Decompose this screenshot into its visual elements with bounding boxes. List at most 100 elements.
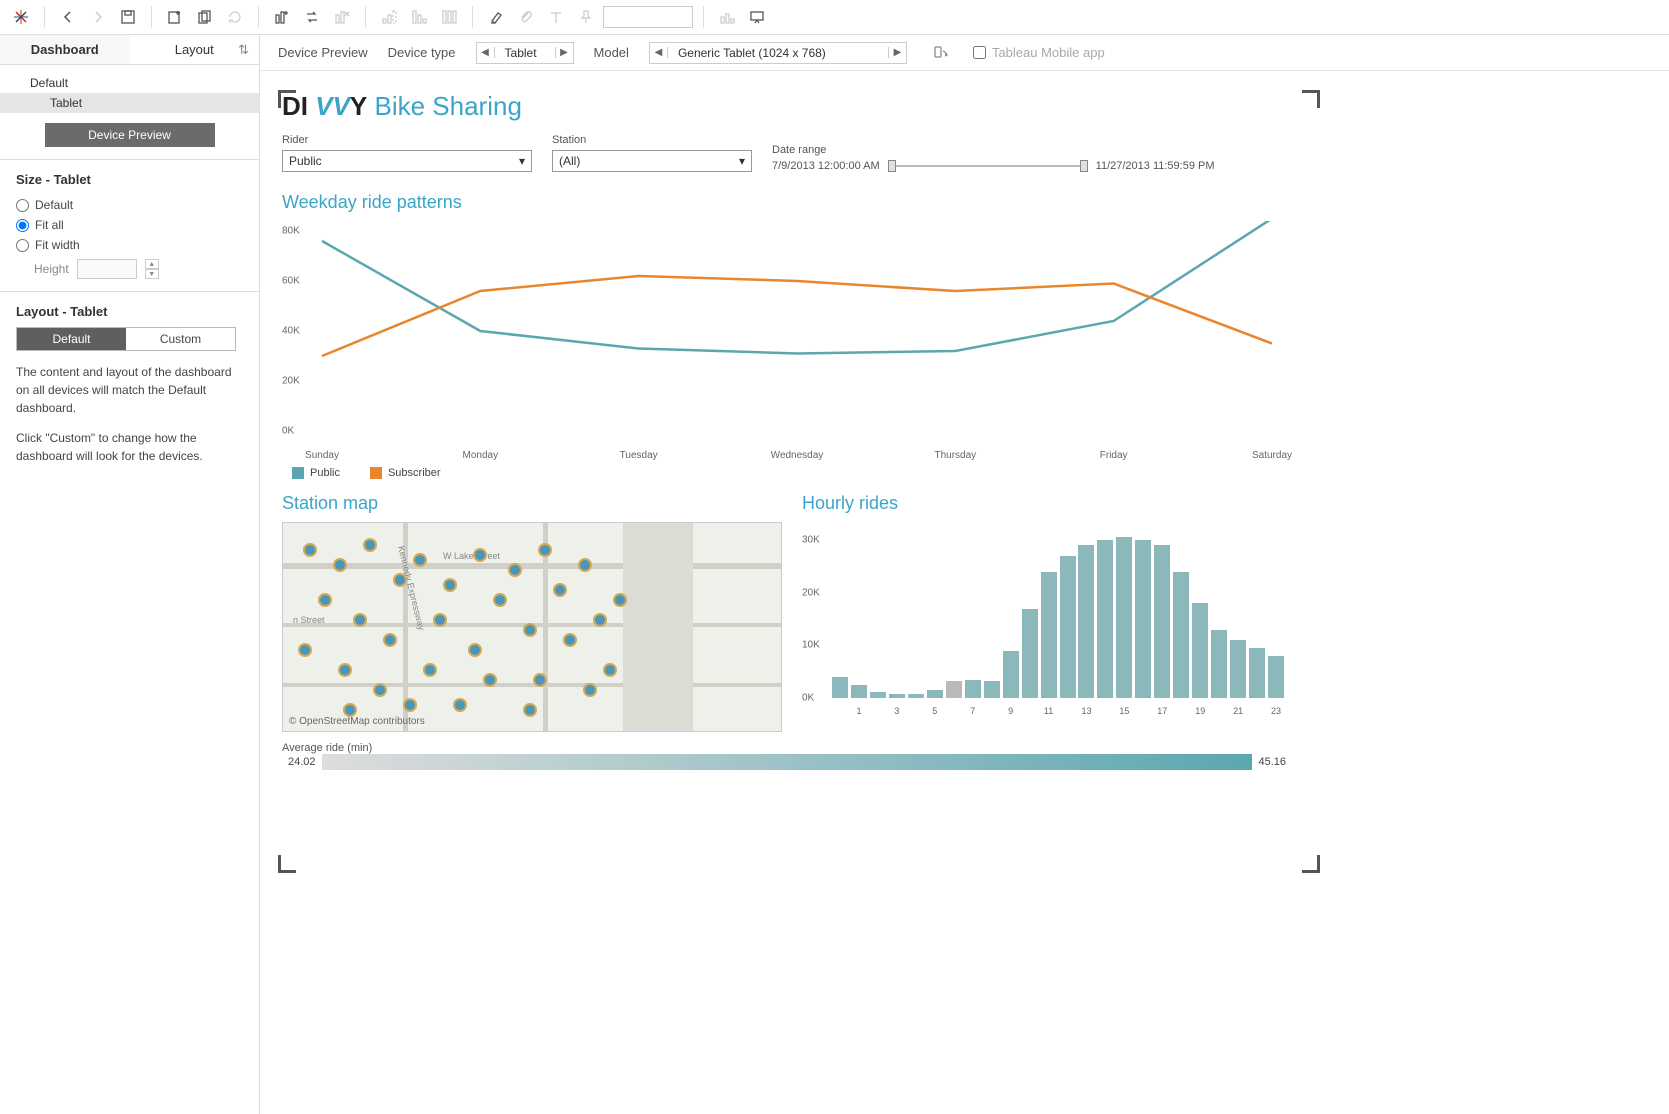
station-marker[interactable] [523, 703, 537, 717]
layout-default-button[interactable]: Default [17, 328, 126, 350]
station-map[interactable]: W Lake Street n Street Kennedy Expresswa… [282, 522, 782, 732]
slider-handle-right[interactable] [1080, 160, 1088, 172]
station-marker[interactable] [403, 698, 417, 712]
station-marker[interactable] [493, 593, 507, 607]
weekday-line-chart[interactable]: 0K20K40K60K80KSundayMondayTuesdayWednesd… [282, 221, 1282, 461]
station-marker[interactable] [473, 548, 487, 562]
avg-max: 45.16 [1252, 756, 1292, 768]
chevron-updown-icon: ⇅ [238, 42, 249, 58]
model-label: Model [594, 45, 629, 60]
date-slider[interactable] [888, 165, 1088, 167]
station-marker[interactable] [338, 663, 352, 677]
station-marker[interactable] [538, 543, 552, 557]
size-default-radio[interactable]: Default [16, 195, 243, 215]
layout-help2: Click "Custom" to change how the dashboa… [16, 429, 243, 465]
station-marker[interactable] [383, 633, 397, 647]
tab-dashboard[interactable]: Dashboard [0, 35, 130, 65]
tableau-logo-icon[interactable] [8, 4, 34, 30]
station-marker[interactable] [433, 613, 447, 627]
station-marker[interactable] [508, 563, 522, 577]
height-input[interactable] [77, 259, 137, 279]
date-to: 11/27/2013 11:59:59 PM [1096, 160, 1215, 172]
device-tree: Default Tablet Device Preview [0, 65, 259, 160]
station-marker[interactable] [483, 673, 497, 687]
rider-label: Rider [282, 134, 532, 146]
sort-asc-icon [376, 4, 402, 30]
station-select[interactable]: (All)▾ [552, 150, 752, 172]
daterange-label: Date range [772, 144, 1292, 156]
station-marker[interactable] [298, 643, 312, 657]
chart-legend: Public Subscriber [292, 467, 1292, 479]
model-select[interactable]: ◀ Generic Tablet (1024 x 768) ▶ [649, 42, 907, 64]
station-marker[interactable] [613, 593, 627, 607]
station-marker[interactable] [318, 593, 332, 607]
content-area: Device Preview Device type ◀ Tablet ▶ Mo… [260, 35, 1669, 1114]
model-prev-icon[interactable]: ◀ [650, 47, 668, 58]
station-marker[interactable] [583, 683, 597, 697]
size-heading: Size - Tablet [16, 172, 243, 187]
highlight-icon[interactable] [483, 4, 509, 30]
device-preview-bar: Device Preview Device type ◀ Tablet ▶ Mo… [260, 35, 1669, 71]
station-label: Station [552, 134, 752, 146]
station-marker[interactable] [533, 673, 547, 687]
device-type-next-icon[interactable]: ▶ [555, 47, 573, 58]
rotate-icon[interactable] [927, 40, 953, 66]
station-marker[interactable] [443, 578, 457, 592]
station-marker[interactable] [393, 573, 407, 587]
height-spin-up[interactable]: ▲ [145, 259, 159, 269]
station-marker[interactable] [363, 538, 377, 552]
layout-custom-button[interactable]: Custom [126, 328, 235, 350]
rider-select[interactable]: Public▾ [282, 150, 532, 172]
dashboard-canvas: DI VVY Bike Sharing Rider Public▾ Statio… [282, 91, 1292, 770]
station-marker[interactable] [523, 623, 537, 637]
mobile-app-checkbox[interactable]: Tableau Mobile app [973, 45, 1105, 60]
station-marker[interactable] [353, 613, 367, 627]
station-marker[interactable] [453, 698, 467, 712]
station-marker[interactable] [468, 643, 482, 657]
pin-icon [573, 4, 599, 30]
station-marker[interactable] [593, 613, 607, 627]
device-tree-tablet[interactable]: Tablet [0, 93, 259, 113]
station-marker[interactable] [373, 683, 387, 697]
slider-handle-left[interactable] [888, 160, 896, 172]
station-marker[interactable] [343, 703, 357, 717]
device-tree-default[interactable]: Default [0, 73, 259, 93]
new-worksheet-icon[interactable] [269, 4, 295, 30]
size-fitall-radio[interactable]: Fit all [16, 215, 243, 235]
model-next-icon[interactable]: ▶ [888, 47, 906, 58]
station-marker[interactable] [603, 663, 617, 677]
device-preview-button[interactable]: Device Preview [45, 123, 215, 147]
station-marker[interactable] [578, 558, 592, 572]
hourly-bar-chart[interactable]: 0K10K20K30K1357911131517192123 [802, 522, 1292, 722]
save-icon[interactable] [115, 4, 141, 30]
station-marker[interactable] [333, 558, 347, 572]
station-marker[interactable] [553, 583, 567, 597]
map-credit: © OpenStreetMap contributors [289, 716, 425, 727]
new-sheet-icon[interactable] [162, 4, 188, 30]
size-fitwidth-radio[interactable]: Fit width [16, 235, 243, 255]
hourly-title: Hourly rides [802, 493, 1292, 514]
device-type-select[interactable]: ◀ Tablet ▶ [476, 42, 574, 64]
height-spin-down[interactable]: ▼ [145, 269, 159, 279]
device-type-label: Device type [388, 45, 456, 60]
station-marker[interactable] [423, 663, 437, 677]
tab-layout[interactable]: Layout ⇅ [130, 35, 260, 65]
toolbar-search-input[interactable] [603, 6, 693, 28]
frame-corner [1302, 90, 1320, 108]
refresh-icon [222, 4, 248, 30]
clear-icon [329, 4, 355, 30]
left-sidebar: Dashboard Layout ⇅ Default Tablet Device … [0, 35, 260, 1114]
sort-desc-icon [406, 4, 432, 30]
presentation-icon[interactable] [744, 4, 770, 30]
layout-heading: Layout - Tablet [16, 304, 243, 319]
tab-layout-label: Layout [175, 42, 214, 57]
swap-icon[interactable] [299, 4, 325, 30]
station-marker[interactable] [303, 543, 317, 557]
totals-icon [436, 4, 462, 30]
back-icon[interactable] [55, 4, 81, 30]
device-type-prev-icon[interactable]: ◀ [477, 47, 495, 58]
avg-min: 24.02 [282, 756, 322, 768]
duplicate-sheet-icon[interactable] [192, 4, 218, 30]
station-marker[interactable] [413, 553, 427, 567]
station-marker[interactable] [563, 633, 577, 647]
